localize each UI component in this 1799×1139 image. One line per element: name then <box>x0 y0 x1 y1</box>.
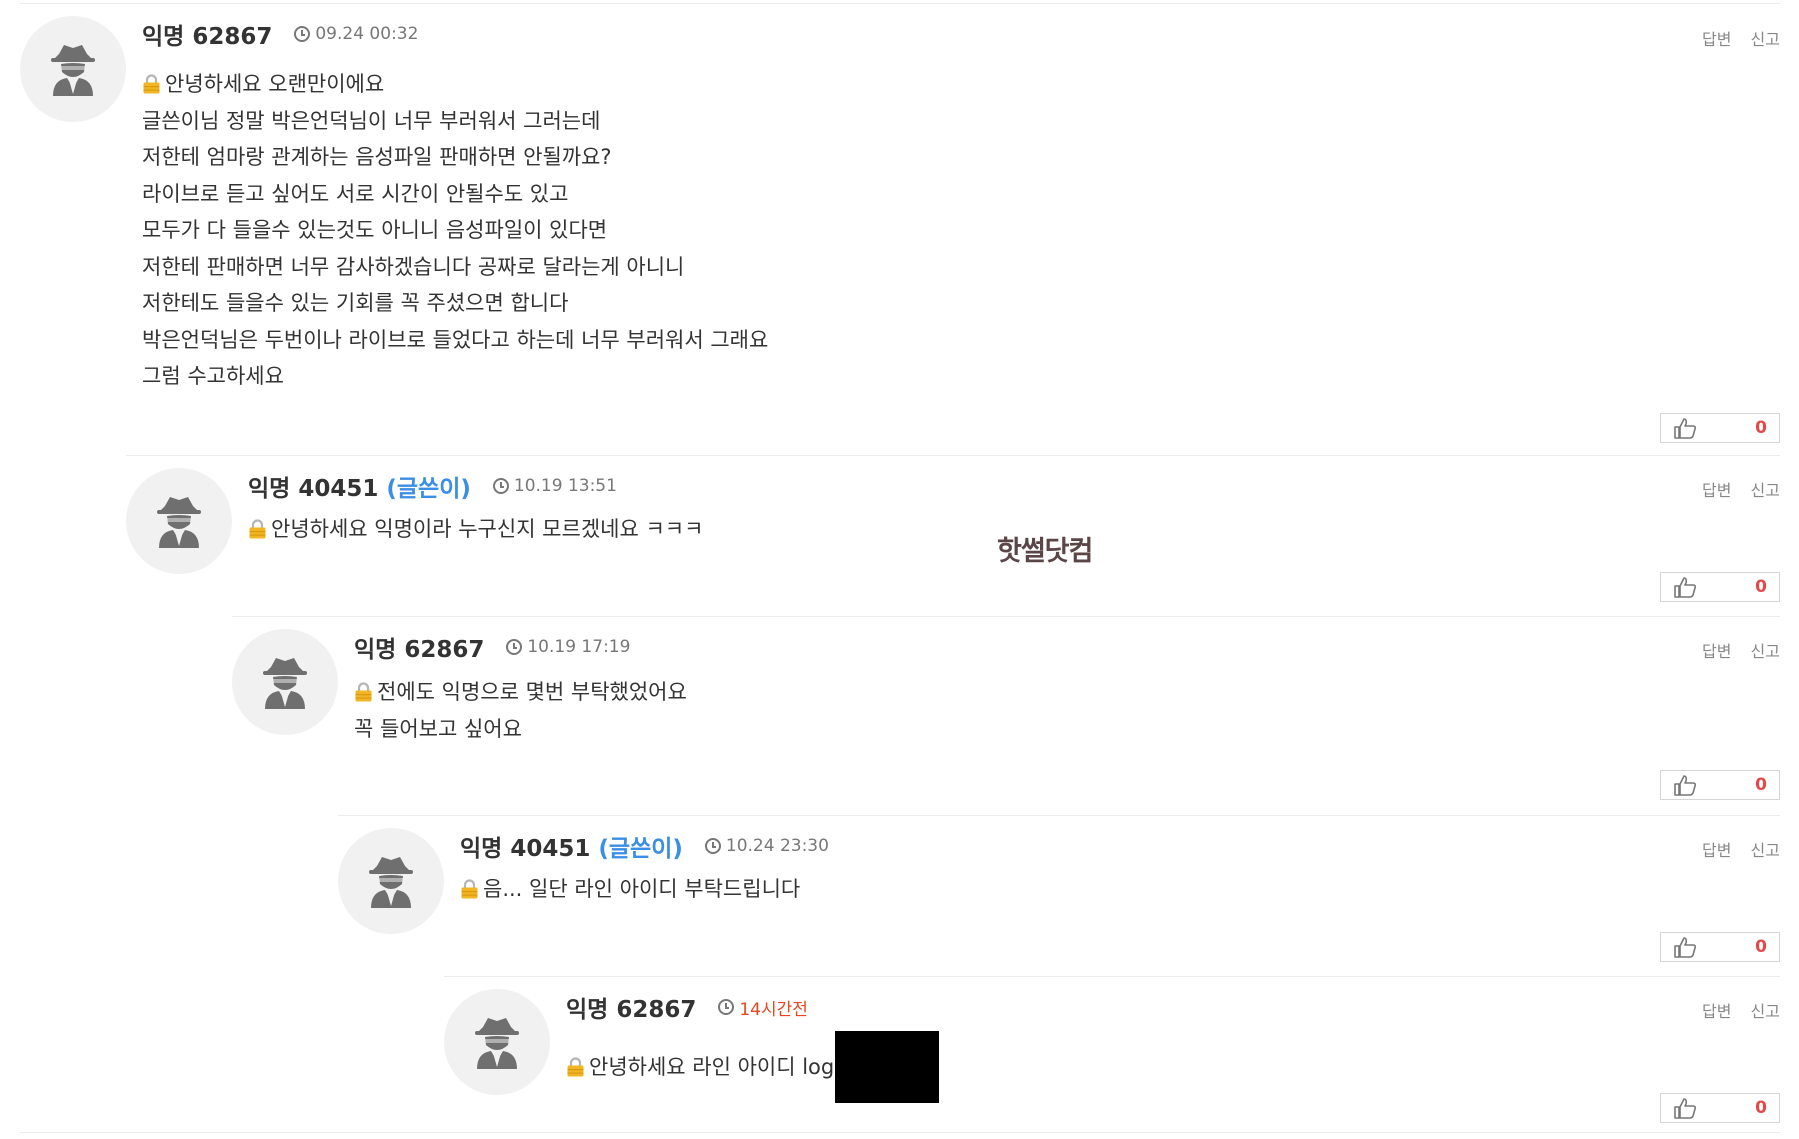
comment-body: 전에도 익명으로 몇번 부탁했었어요 꼭 들어보고 싶어요 <box>354 674 687 747</box>
comment-body: 안녕하세요 익명이라 누구신지 모르겠네요 ㅋㅋㅋ <box>248 511 703 548</box>
like-button[interactable]: 0 <box>1660 572 1780 602</box>
clock-icon <box>506 639 523 655</box>
reply-link[interactable]: 답변 <box>1702 642 1731 661</box>
clock-icon <box>718 999 735 1015</box>
comment-line: 안녕하세요 라인 아이디 log <box>566 1029 940 1105</box>
op-badge: (글쓴이) <box>386 476 471 502</box>
timestamp: 10.19 17:19 <box>527 637 631 657</box>
thumbs-up-icon <box>1674 418 1697 439</box>
report-link[interactable]: 신고 <box>1751 841 1780 860</box>
clock-icon <box>492 478 509 494</box>
reply-link[interactable]: 답변 <box>1702 481 1731 500</box>
lock-icon <box>461 879 478 899</box>
reply-link[interactable]: 답변 <box>1702 30 1731 49</box>
comment-line: 그럼 수고하세요 <box>142 364 284 388</box>
comment-body: 안녕하세요 라인 아이디 log <box>566 1029 940 1105</box>
comment-reply: 익명 40451 (글쓴이) 10.19 13:51 답변 신고 안녕하세요 익… <box>126 455 1780 616</box>
lock-icon <box>567 1057 584 1077</box>
author-name: 익명 62867 <box>142 24 273 50</box>
op-badge: (글쓴이) <box>598 836 683 862</box>
anonymous-avatar <box>444 989 550 1095</box>
timestamp: 14시간전 <box>739 999 808 1020</box>
spy-icon <box>263 658 307 709</box>
comment-text: 음... 일단 라인 아이디 부탁드립니다 <box>483 877 801 901</box>
thumbs-up-icon <box>1674 775 1697 796</box>
comment-actions: 답변 신고 <box>1702 477 1780 501</box>
report-link[interactable]: 신고 <box>1751 642 1780 661</box>
thumbs-up-icon <box>1674 937 1697 958</box>
comment-line: 저한테 판매하면 너무 감사하겠습니다 공짜로 달라는게 아니니 <box>142 254 685 279</box>
timestamp: 10.24 23:30 <box>725 836 829 856</box>
comment-actions: 답변 신고 <box>1702 998 1780 1022</box>
author-name: 익명 62867 <box>566 997 697 1023</box>
spy-icon <box>51 45 95 96</box>
comment-text: 안녕하세요 라인 아이디 log <box>589 1054 835 1079</box>
anonymous-avatar <box>232 629 338 735</box>
comment-text: 안녕하세요 오랜만이에요 <box>165 72 385 96</box>
redaction-box <box>835 1031 940 1103</box>
like-button[interactable]: 0 <box>1660 932 1780 962</box>
comment-line: 안녕하세요 오랜만이에요 <box>142 66 768 103</box>
comment-text: 안녕하세요 익명이라 누구신지 모르겠네요 ㅋㅋㅋ <box>271 517 704 541</box>
thumbs-up-icon <box>1674 577 1697 598</box>
reply-link[interactable]: 답변 <box>1702 1002 1731 1021</box>
author-name: 익명 40451 <box>460 836 591 862</box>
comment-line: 음... 일단 라인 아이디 부탁드립니다 <box>460 871 800 908</box>
comment-line: 저한테 엄마랑 관계하는 음성파일 판매하면 안될까요? <box>142 145 612 169</box>
anonymous-avatar <box>338 828 444 934</box>
report-link[interactable]: 신고 <box>1751 30 1780 49</box>
like-count: 0 <box>1755 775 1767 795</box>
anonymous-avatar <box>20 16 126 122</box>
like-count: 0 <box>1755 418 1767 438</box>
like-count: 0 <box>1755 577 1767 597</box>
author-name: 익명 40451 <box>248 476 379 502</box>
comment-header: 익명 40451 (글쓴이) 10.24 23:30 <box>460 832 829 862</box>
comment: 익명 62867 09.24 00:32 답변 신고 안녕하세요 오랜만이에요 … <box>20 4 1780 454</box>
lock-icon <box>143 74 160 94</box>
clock-icon <box>704 838 721 854</box>
comment-line: 꼭 들어보고 싶어요 <box>354 716 522 741</box>
comment-body: 안녕하세요 오랜만이에요 글쓴이님 정말 박은언덕님이 너무 부러워서 그러는데… <box>142 66 768 395</box>
comment-line: 박은언덕님은 두번이나 라이브로 들었다고 하는데 너무 부러워서 그래요 <box>142 327 769 352</box>
spy-icon <box>369 857 413 908</box>
like-count: 0 <box>1755 1098 1767 1118</box>
like-button[interactable]: 0 <box>1660 770 1780 800</box>
comment-body: 음... 일단 라인 아이디 부탁드립니다 <box>460 871 800 908</box>
like-button[interactable]: 0 <box>1660 413 1780 443</box>
author-name: 익명 62867 <box>354 637 485 663</box>
anonymous-avatar <box>126 468 232 574</box>
comment-actions: 답변 신고 <box>1702 638 1780 662</box>
comment-header: 익명 40451 (글쓴이) 10.19 13:51 <box>248 472 617 502</box>
comment-header: 익명 62867 14시간전 <box>566 993 808 1023</box>
comment-line: 라이브로 듣고 싶어도 서로 시간이 안될수도 있고 <box>142 181 569 206</box>
site-watermark: 핫썰닷컴 <box>997 536 1093 567</box>
comment-reply: 익명 62867 14시간전 답변 신고 안녕하세요 라인 아이디 log 0 <box>444 976 1780 1133</box>
comment-actions: 답변 신고 <box>1702 837 1780 861</box>
comment-line: 전에도 익명으로 몇번 부탁했었어요 <box>354 674 687 711</box>
timestamp: 10.19 13:51 <box>513 476 617 496</box>
like-button[interactable]: 0 <box>1660 1093 1780 1123</box>
like-count: 0 <box>1755 937 1767 957</box>
reply-link[interactable]: 답변 <box>1702 841 1731 860</box>
report-link[interactable]: 신고 <box>1751 1002 1780 1021</box>
comment-header: 익명 62867 09.24 00:32 <box>142 20 419 50</box>
lock-icon <box>249 519 266 539</box>
spy-icon <box>157 497 201 548</box>
report-link[interactable]: 신고 <box>1751 481 1780 500</box>
comment-text: 전에도 익명으로 몇번 부탁했었어요 <box>377 680 687 704</box>
comment-line: 안녕하세요 익명이라 누구신지 모르겠네요 ㅋㅋㅋ <box>248 511 703 548</box>
comment-header: 익명 62867 10.19 17:19 <box>354 633 631 663</box>
comment-actions: 답변 신고 <box>1702 26 1780 50</box>
comment-reply: 익명 40451 (글쓴이) 10.24 23:30 답변 신고 음... 일단… <box>338 815 1780 976</box>
spy-icon <box>475 1018 519 1069</box>
thumbs-up-icon <box>1674 1098 1697 1119</box>
comment-reply: 익명 62867 10.19 17:19 답변 신고 전에도 익명으로 몇번 부… <box>232 616 1780 815</box>
comment-line: 저한테도 들을수 있는 기회를 꼭 주셨으면 합니다 <box>142 291 569 315</box>
comment-line: 모두가 다 들을수 있는것도 아니니 음성파일이 있다면 <box>142 218 608 242</box>
clock-icon <box>294 26 311 42</box>
lock-icon <box>355 682 372 702</box>
comment-line: 글쓴이님 정말 박은언덕님이 너무 부러워서 그러는데 <box>142 108 601 133</box>
bottom-divider <box>20 1132 1780 1133</box>
timestamp: 09.24 00:32 <box>315 24 419 44</box>
